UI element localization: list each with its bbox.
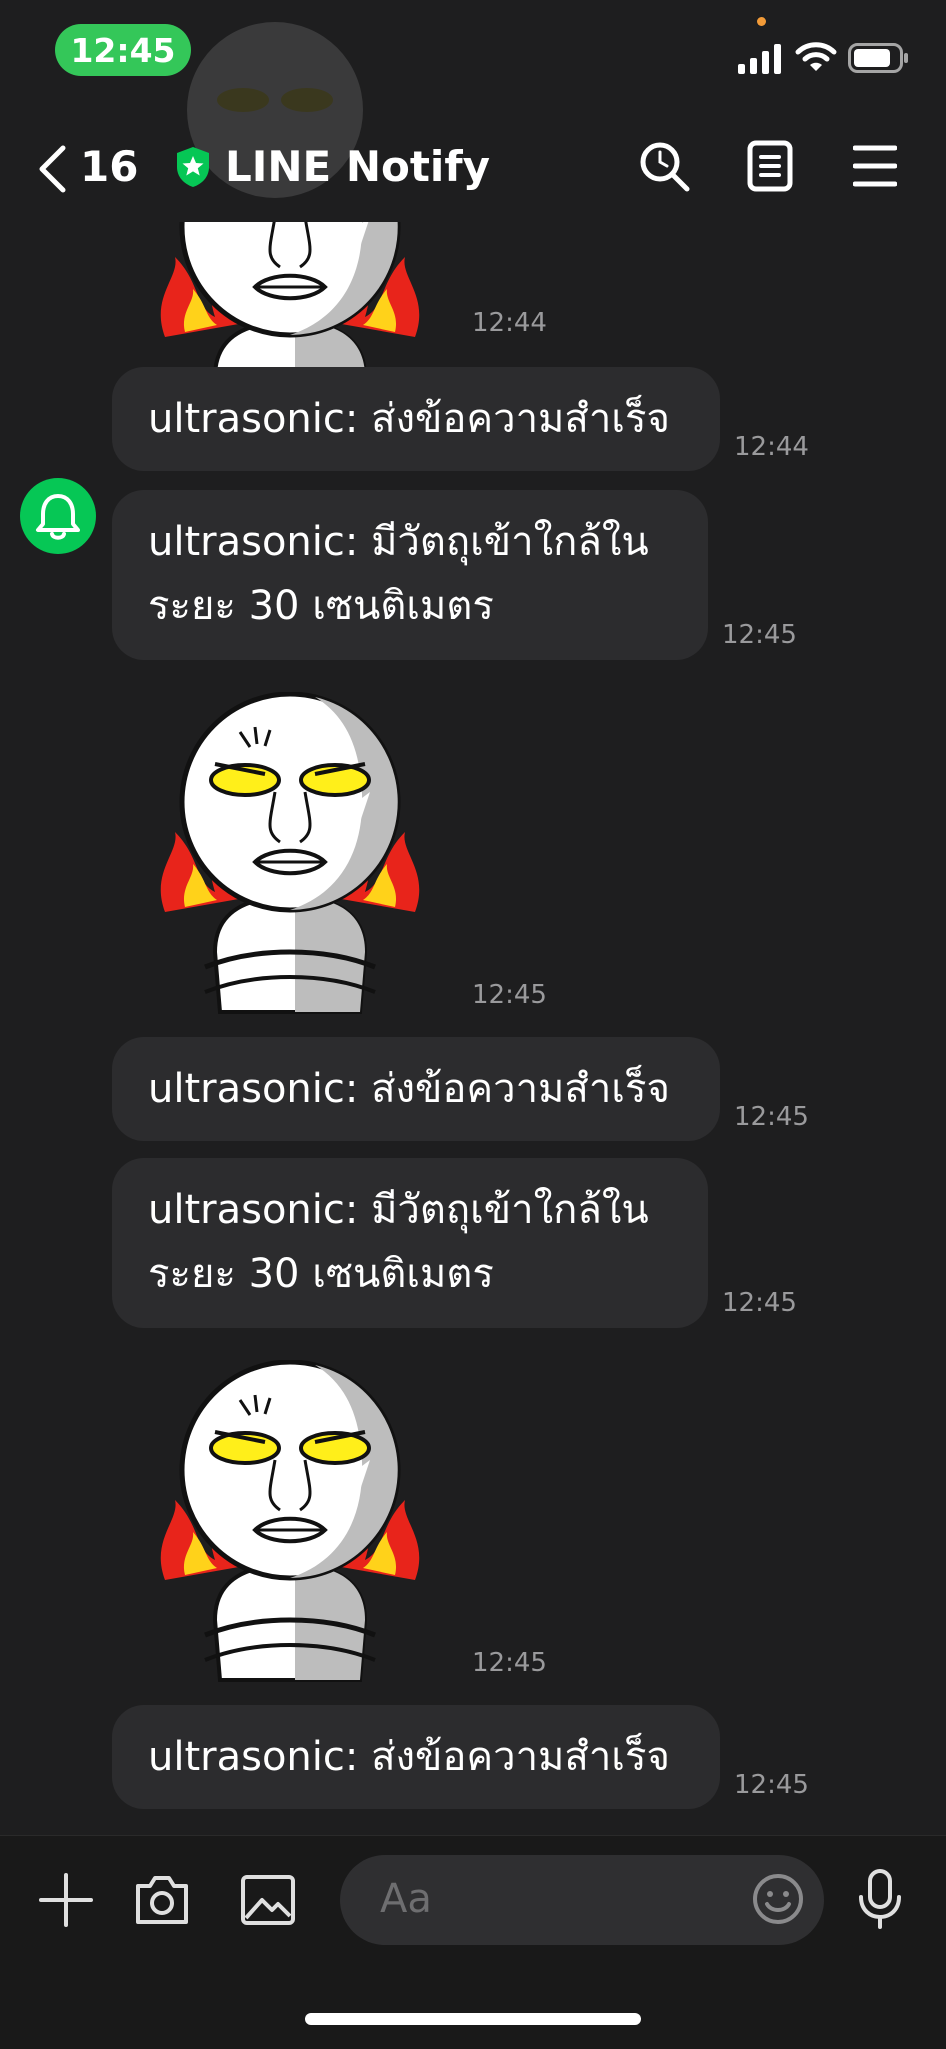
back-unread-count[interactable]: 16: [80, 146, 138, 188]
text-message-bubble[interactable]: ultrasonic: มีวัตถุเข้าใกล้ใน ระยะ 30 เซ…: [112, 490, 708, 660]
battery-icon: [848, 43, 908, 73]
message-text-line: ultrasonic: ส่งข้อความสำเร็จ: [148, 396, 670, 442]
angry-moon-sticker: [160, 691, 420, 1014]
plus-icon[interactable]: [38, 1872, 94, 1928]
message-text-line: ultrasonic: มีวัตถุเข้าใกล้ใน: [148, 1187, 649, 1233]
angry-moon-sticker: [160, 1359, 420, 1682]
message-timestamp: 12:45: [472, 1648, 547, 1678]
privacy-indicator-dot: [757, 17, 766, 26]
message-timestamp: 12:45: [722, 620, 797, 650]
back-icon[interactable]: [36, 144, 68, 194]
message-text-line: ultrasonic: มีวัตถุเข้าใกล้ใน: [148, 519, 649, 565]
signal-icon: [738, 44, 781, 74]
sticker-message[interactable]: [145, 691, 435, 1026]
message-text-line: ระยะ 30 เซนติเมตร: [148, 1251, 494, 1297]
wifi-icon: [795, 42, 837, 71]
message-text-line: ระยะ 30 เซนติเมตร: [148, 583, 494, 629]
avatar[interactable]: [20, 478, 96, 554]
message-text-line: ultrasonic: ส่งข้อความสำเร็จ: [148, 1734, 670, 1780]
text-message-bubble[interactable]: ultrasonic: ส่งข้อความสำเร็จ: [112, 1705, 720, 1809]
message-timestamp: 12:44: [734, 432, 809, 462]
microphone-icon[interactable]: [856, 1868, 904, 1930]
sticker-message[interactable]: [145, 1359, 435, 1694]
notes-icon[interactable]: [747, 140, 793, 192]
message-timestamp: 12:45: [734, 1102, 809, 1132]
chat-area[interactable]: 12:44 ultrasonic: ส่งข้อความสำเร็จ 12:44…: [0, 222, 946, 1835]
search-icon[interactable]: [638, 140, 692, 194]
message-text-line: ultrasonic: ส่งข้อความสำเร็จ: [148, 1066, 670, 1112]
menu-icon[interactable]: [853, 144, 897, 188]
camera-icon[interactable]: [133, 1874, 191, 1926]
shield-star-icon: [177, 147, 209, 187]
text-message-bubble[interactable]: ultrasonic: มีวัตถุเข้าใกล้ใน ระยะ 30 เซ…: [112, 1158, 708, 1328]
bell-icon: [36, 494, 80, 540]
image-icon[interactable]: [240, 1874, 296, 1926]
emoji-icon[interactable]: [752, 1873, 804, 1925]
status-time: 12:45: [55, 24, 191, 76]
message-input-placeholder: Aa: [380, 1876, 432, 1922]
message-timestamp: 12:45: [472, 980, 547, 1010]
text-message-bubble[interactable]: ultrasonic: ส่งข้อความสำเร็จ: [112, 1037, 720, 1141]
chat-title[interactable]: LINE Notify: [225, 146, 490, 188]
message-timestamp: 12:45: [734, 1770, 809, 1800]
text-message-bubble[interactable]: ultrasonic: ส่งข้อความสำเร็จ: [112, 367, 720, 471]
message-timestamp: 12:45: [722, 1288, 797, 1318]
message-timestamp: 12:44: [472, 308, 547, 338]
home-indicator[interactable]: [305, 2013, 641, 2025]
